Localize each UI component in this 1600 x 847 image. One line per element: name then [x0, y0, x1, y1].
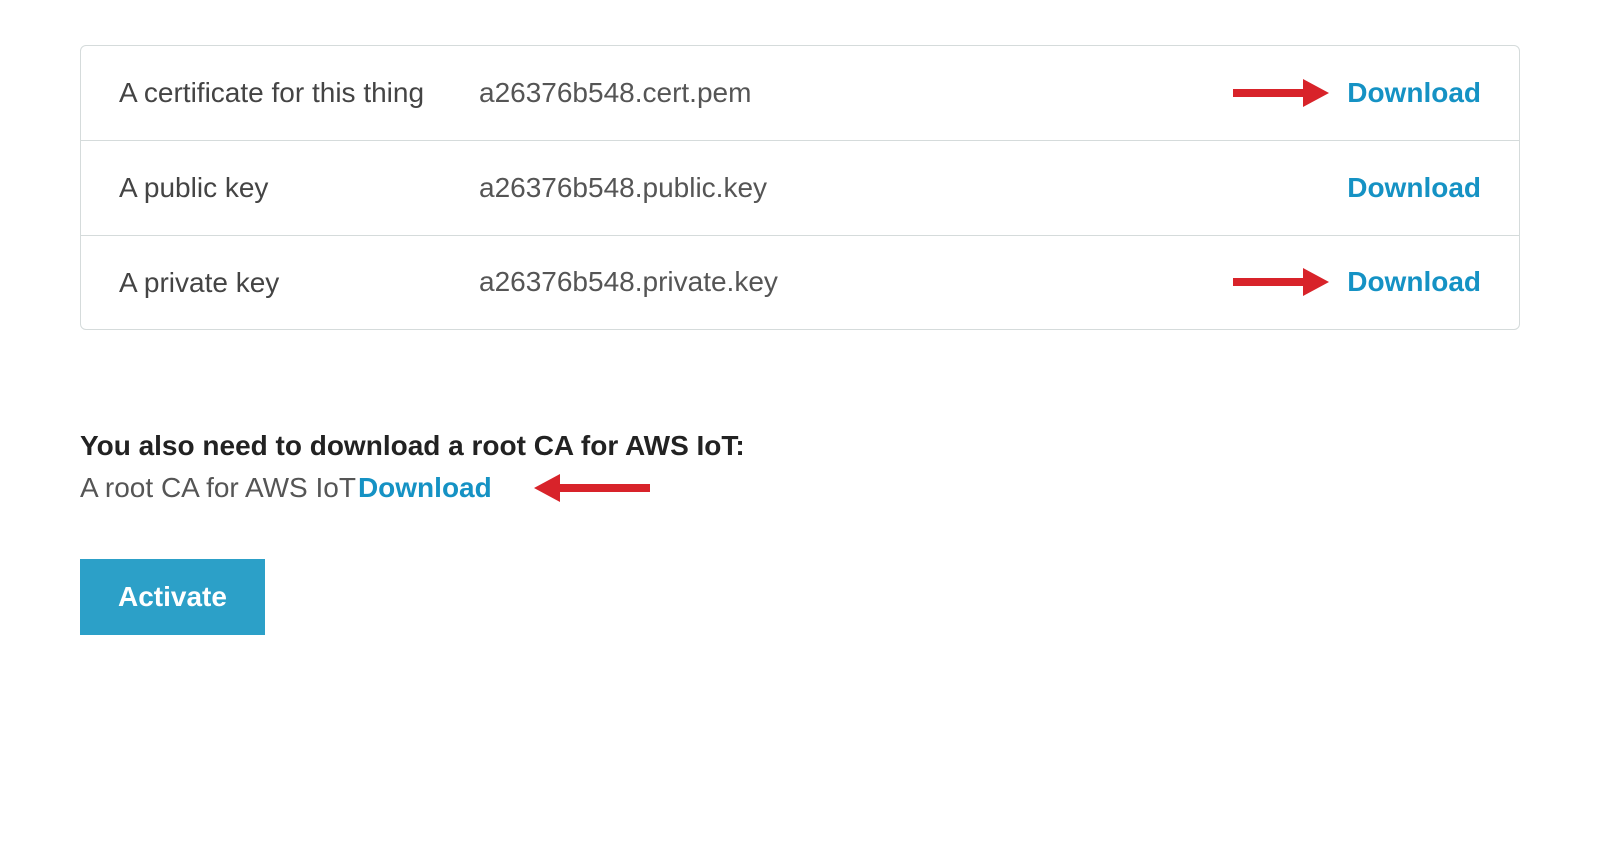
download-link-root-ca[interactable]: Download: [358, 472, 492, 504]
public-key-label: A public key: [119, 169, 479, 207]
download-link-cert[interactable]: Download: [1347, 77, 1481, 108]
root-ca-section: You also need to download a root CA for …: [80, 430, 1520, 504]
root-ca-heading: You also need to download a root CA for …: [80, 430, 1520, 462]
private-key-label: A private key: [119, 264, 479, 302]
root-ca-text: A root CA for AWS IoT: [80, 472, 356, 504]
table-row: A private key a26376b548.private.key Dow…: [81, 236, 1519, 330]
certificate-table: A certificate for this thing a26376b548.…: [80, 45, 1520, 330]
table-row: A public key a26376b548.public.key Downl…: [81, 141, 1519, 236]
root-ca-line: A root CA for AWS IoT Download: [80, 472, 1520, 504]
table-row: A certificate for this thing a26376b548.…: [81, 46, 1519, 141]
arrow-left-icon: [532, 472, 652, 504]
download-link-private[interactable]: Download: [1347, 266, 1481, 297]
activate-button[interactable]: Activate: [80, 559, 265, 635]
public-key-filename: a26376b548.public.key: [479, 172, 1231, 204]
cert-filename: a26376b548.cert.pem: [479, 77, 1231, 109]
private-key-action-cell: Download: [1231, 266, 1481, 298]
download-link-public[interactable]: Download: [1347, 172, 1481, 203]
arrow-right-icon: [1231, 266, 1331, 298]
cert-label: A certificate for this thing: [119, 74, 479, 112]
private-key-filename: a26376b548.private.key: [479, 266, 1231, 298]
arrow-right-icon: [1231, 77, 1331, 109]
cert-action-cell: Download: [1231, 77, 1481, 109]
public-key-action-cell: Download: [1231, 172, 1481, 204]
